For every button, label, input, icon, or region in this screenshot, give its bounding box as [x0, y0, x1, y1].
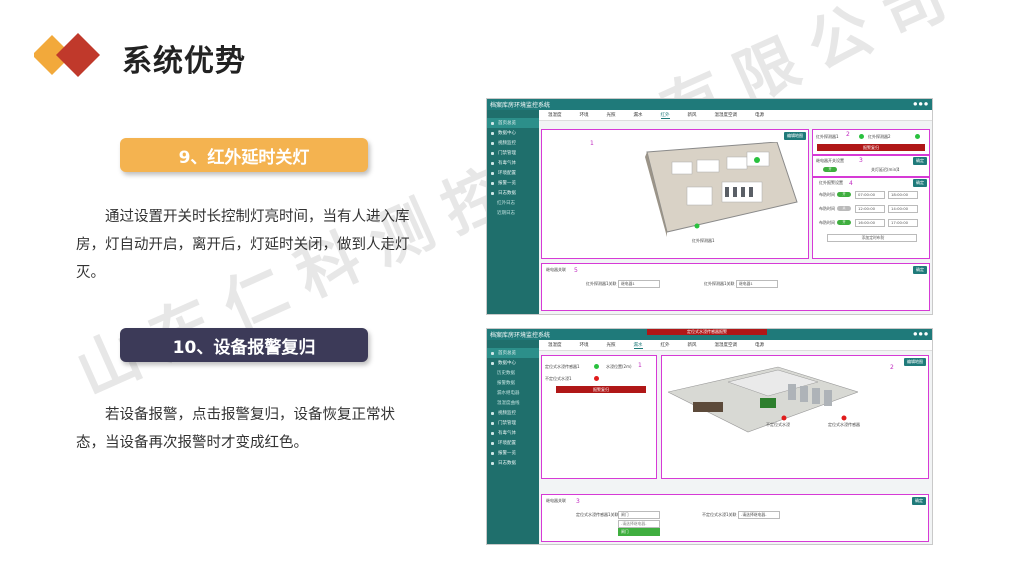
- delay-toggle[interactable]: 开: [823, 167, 837, 172]
- map-panel: 2 编辑地图 不定位式水浸 定位式水浸传感器: [661, 355, 929, 479]
- tab[interactable]: 电源: [755, 342, 764, 348]
- section-text-alarm-reset: 若设备报警，点击报警复归，设备恢复正常状态，当设备再次报警时才变成红色。: [76, 407, 395, 451]
- alarm-reset-button[interactable]: 报警复归: [817, 144, 925, 151]
- section-text-delay-light: 通过设置开关时长控制灯亮时间，当有人进入库房，灯自动开启，离开后，灯延时关闭，做…: [76, 209, 410, 281]
- sensor-panel: 红外探测器1 2 红外探测器2 报警复归: [812, 129, 930, 155]
- floorplan-panel: 1 编辑地图 红外探测器1: [541, 129, 809, 259]
- schedule-panel: 红外报警设置 4 确定 布防时间 开 07:00:00 18:00:00 布防时…: [812, 177, 930, 259]
- time-from-input[interactable]: 07:00:00: [855, 191, 885, 199]
- tab[interactable]: 新风: [688, 342, 697, 348]
- confirm-button[interactable]: 确定: [912, 497, 926, 505]
- app-topbar: 档案库房环境监控系统 ● ● ●: [487, 99, 932, 110]
- sidebar-item[interactable]: 有毒气体: [487, 158, 539, 168]
- screenshot-infrared: 档案库房环境监控系统 ● ● ● 首页总览 数据中心 视频监控 门禁管理 有毒气…: [486, 98, 933, 315]
- app-title: 档案库房环境监控系统: [490, 332, 551, 339]
- screenshot-water-leak: 档案库房环境监控系统 ● ● ● 定位式水浸传感器报警 首页总览 数据中心 历史…: [486, 328, 933, 545]
- tab[interactable]: 光照: [607, 342, 616, 348]
- alarm-reset-button[interactable]: 报警复归: [556, 386, 646, 393]
- tab[interactable]: 温湿度: [548, 112, 562, 118]
- sidebar-item[interactable]: 门禁管理: [487, 148, 539, 158]
- tab[interactable]: 红外: [661, 342, 670, 348]
- sidebar-item[interactable]: 近期日志: [487, 208, 539, 218]
- relay-select[interactable]: 闸门: [618, 511, 660, 519]
- tab[interactable]: 电源: [755, 112, 764, 118]
- edit-button[interactable]: 编辑地图: [784, 132, 806, 140]
- schedule-toggle[interactable]: 关: [837, 206, 851, 211]
- tab[interactable]: 漏水: [634, 112, 643, 118]
- sidebar-item[interactable]: 环境配置: [487, 168, 539, 178]
- sidebar-item[interactable]: 报警数据: [487, 378, 539, 388]
- diamond-logo-icon: [34, 33, 100, 77]
- sidebar-item[interactable]: 数据中心: [487, 128, 539, 138]
- sidebar-item[interactable]: 首页总览: [487, 348, 539, 358]
- confirm-button[interactable]: 确定: [913, 266, 927, 274]
- relay-panel: 继电器关联 3 确定 定位式水浸传感器1关联 闸门 -请选择继电器- 闸门 不定…: [541, 494, 929, 542]
- sidebar-item[interactable]: 报警一览: [487, 178, 539, 188]
- alert-banner: 定位式水浸传感器报警: [647, 329, 767, 335]
- tab[interactable]: 温湿度空调: [715, 112, 738, 118]
- sidebar-item[interactable]: 有毒气体: [487, 428, 539, 438]
- time-to-input[interactable]: 14:00:00: [888, 205, 918, 213]
- dropdown-option-selected[interactable]: 闸门: [618, 528, 660, 536]
- sidebar-item[interactable]: 环境配置: [487, 438, 539, 448]
- sidebar-item[interactable]: 红外日志: [487, 198, 539, 208]
- tab[interactable]: 温湿度空调: [715, 342, 738, 348]
- sidebar-item[interactable]: 日志数据: [487, 188, 539, 198]
- tab[interactable]: 光照: [607, 112, 616, 118]
- sidebar-item[interactable]: 报警一览: [487, 448, 539, 458]
- tab[interactable]: 温湿度: [548, 342, 562, 348]
- leak-status-panel: 定位式水浸传感器1 水浸位置(2m) 1 不定位式水浸1 报警复归: [541, 355, 657, 479]
- edit-button[interactable]: 编辑地图: [904, 358, 926, 366]
- relay-select[interactable]: 继电器1: [736, 280, 778, 288]
- sidebar-item[interactable]: 数据中心: [487, 358, 539, 368]
- relay-panel: 继电器关联 5 确定 红外探测器1关联 继电器1 红外探测器1关联 继电器1: [541, 263, 930, 311]
- time-to-input[interactable]: 18:00:00: [888, 191, 918, 199]
- sidebar-item[interactable]: 视频监控: [487, 138, 539, 148]
- confirm-button[interactable]: 确定: [913, 179, 927, 187]
- tab-active[interactable]: 漏水: [633, 342, 643, 349]
- sidebar-item[interactable]: 首页总览: [487, 118, 539, 128]
- schedule-toggle[interactable]: 开: [837, 192, 851, 197]
- tab-active[interactable]: 红外: [660, 112, 670, 119]
- sidebar: 首页总览 数据中心 历史数据 报警数据 漏水继电器 温湿度曲线 视频监控 门禁管…: [487, 340, 539, 544]
- time-from-input[interactable]: 12:00:00: [855, 205, 885, 213]
- sidebar-item[interactable]: 门禁管理: [487, 418, 539, 428]
- sidebar-item[interactable]: 日志数据: [487, 458, 539, 468]
- add-schedule-button[interactable]: 添加定时布防: [827, 234, 917, 242]
- tab[interactable]: 环境: [580, 342, 589, 348]
- sidebar: 首页总览 数据中心 视频监控 门禁管理 有毒气体 环境配置 报警一览 日志数据 …: [487, 110, 539, 314]
- confirm-button[interactable]: 确定: [913, 157, 927, 165]
- tab-bar: 温湿度 环境 光照 漏水 红外 新风 温湿度空调 电源: [539, 110, 932, 121]
- tab-bar: 温湿度 环境 光照 漏水 红外 新风 温湿度空调 电源: [539, 340, 932, 351]
- tab[interactable]: 新风: [688, 112, 697, 118]
- building-3d-icon: [668, 366, 858, 433]
- tab[interactable]: 环境: [580, 112, 589, 118]
- delay-panel: 继电器开关设置 确定 3 开 关灯延迟(min)： 1: [812, 155, 930, 177]
- relay-select[interactable]: -请选择继电器-: [738, 511, 780, 519]
- page-title: 系统优势: [122, 44, 246, 79]
- sidebar-item[interactable]: 温湿度曲线: [487, 398, 539, 408]
- time-from-input[interactable]: 16:00:00: [855, 219, 885, 227]
- dropdown-option[interactable]: -请选择继电器-: [618, 520, 660, 528]
- section-badge-delay-light: 9、红外延时关灯: [120, 138, 368, 172]
- relay-select[interactable]: 继电器1: [618, 280, 660, 288]
- app-title: 档案库房环境监控系统: [490, 102, 551, 109]
- schedule-toggle[interactable]: 开: [837, 220, 851, 225]
- sidebar-item[interactable]: 历史数据: [487, 368, 539, 378]
- sidebar-item[interactable]: 视频监控: [487, 408, 539, 418]
- time-to-input[interactable]: 17:00:00: [888, 219, 918, 227]
- section-badge-alarm-reset: 10、设备报警复归: [120, 328, 368, 362]
- sidebar-item[interactable]: 漏水继电器: [487, 388, 539, 398]
- floorplan-3d-icon: [645, 142, 798, 237]
